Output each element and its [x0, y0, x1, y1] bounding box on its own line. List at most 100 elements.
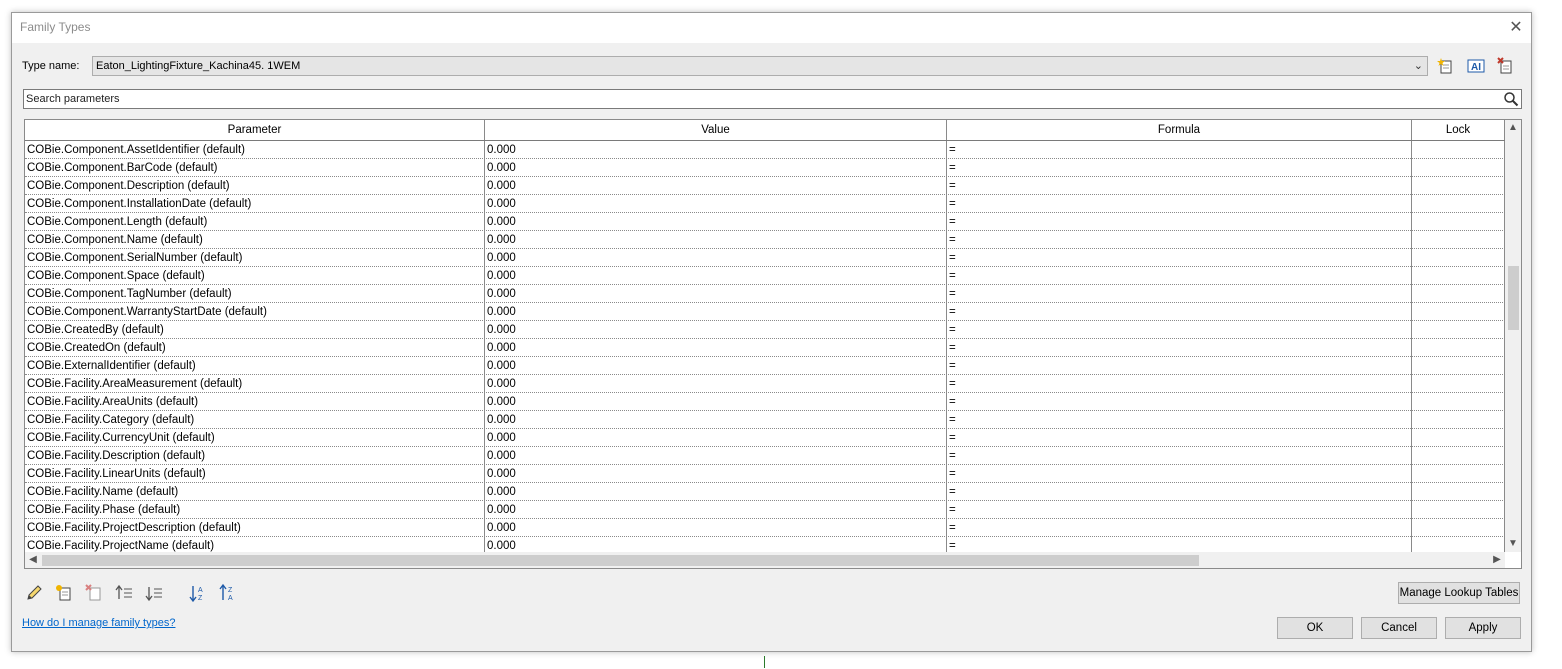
close-icon[interactable]: ✕ — [1505, 17, 1527, 39]
table-row[interactable]: COBie.Component.Description (default) 0.0… — [25, 177, 1505, 195]
parameter-cell[interactable]: COBie.Component.Description (default) — [25, 177, 485, 195]
sort-ascending-icon[interactable]: A Z — [188, 583, 208, 603]
table-row[interactable]: COBie.Facility.Phase (default) 0.000 = — [25, 501, 1505, 519]
cancel-button[interactable]: Cancel — [1361, 617, 1437, 639]
table-row[interactable]: COBie.Component.AssetIdentifier (default… — [25, 141, 1505, 159]
parameter-cell[interactable]: COBie.Component.SerialNumber (default) — [25, 249, 485, 267]
new-parameter-icon[interactable] — [54, 583, 74, 603]
value-cell[interactable]: 0.000 — [485, 195, 947, 213]
parameter-cell[interactable]: COBie.Component.Length (default) — [25, 213, 485, 231]
lock-cell[interactable] — [1412, 267, 1505, 285]
formula-cell[interactable]: = — [947, 159, 1412, 177]
table-row[interactable]: COBie.Facility.Description (default) 0.00… — [25, 447, 1505, 465]
delete-parameter-icon[interactable] — [84, 583, 104, 603]
table-row[interactable]: COBie.Component.InstallationDate (defaul… — [25, 195, 1505, 213]
vertical-scrollbar[interactable]: ▲ ▼ — [1505, 120, 1521, 552]
value-cell[interactable]: 0.000 — [485, 231, 947, 249]
lock-cell[interactable] — [1412, 501, 1505, 519]
value-cell[interactable]: 0.000 — [485, 393, 947, 411]
lock-cell[interactable] — [1412, 159, 1505, 177]
table-row[interactable]: COBie.Component.TagNumber (default) 0.000… — [25, 285, 1505, 303]
value-cell[interactable]: 0.000 — [485, 447, 947, 465]
value-cell[interactable]: 0.000 — [485, 465, 947, 483]
value-cell[interactable]: 0.000 — [485, 483, 947, 501]
value-cell[interactable]: 0.000 — [485, 159, 947, 177]
formula-cell[interactable]: = — [947, 393, 1412, 411]
search-icon[interactable] — [1503, 91, 1519, 107]
rename-type-icon[interactable]: AI — [1467, 57, 1485, 75]
vertical-scroll-thumb[interactable] — [1508, 266, 1519, 330]
formula-cell[interactable]: = — [947, 429, 1412, 447]
help-link[interactable]: How do I manage family types? — [22, 617, 175, 629]
lock-cell[interactable] — [1412, 249, 1505, 267]
horizontal-scroll-thumb[interactable] — [42, 555, 1199, 566]
manage-lookup-tables-button[interactable]: Manage Lookup Tables — [1398, 582, 1520, 604]
lock-cell[interactable] — [1412, 321, 1505, 339]
scroll-left-icon[interactable]: ◀ — [25, 552, 41, 568]
parameter-cell[interactable]: COBie.CreatedBy (default) — [25, 321, 485, 339]
lock-cell[interactable] — [1412, 375, 1505, 393]
formula-cell[interactable]: = — [947, 357, 1412, 375]
value-cell[interactable]: 0.000 — [485, 501, 947, 519]
value-cell[interactable]: 0.000 — [485, 321, 947, 339]
formula-cell[interactable]: = — [947, 483, 1412, 501]
table-row[interactable]: COBie.Facility.LinearUnits (default) 0.00… — [25, 465, 1505, 483]
table-row[interactable]: COBie.ExternalIdentifier (default) 0.000 = — [25, 357, 1505, 375]
lock-cell[interactable] — [1412, 303, 1505, 321]
formula-cell[interactable]: = — [947, 285, 1412, 303]
value-cell[interactable]: 0.000 — [485, 213, 947, 231]
lock-cell[interactable] — [1412, 195, 1505, 213]
column-header-formula[interactable]: Formula — [947, 120, 1412, 140]
parameter-cell[interactable]: COBie.Facility.Category (default) — [25, 411, 485, 429]
formula-cell[interactable]: = — [947, 195, 1412, 213]
sort-descending-icon[interactable]: Z A — [218, 583, 238, 603]
parameter-cell[interactable]: COBie.Facility.AreaMeasurement (default) — [25, 375, 485, 393]
lock-cell[interactable] — [1412, 393, 1505, 411]
scroll-down-icon[interactable]: ▼ — [1505, 536, 1521, 552]
value-cell[interactable]: 0.000 — [485, 285, 947, 303]
formula-cell[interactable]: = — [947, 519, 1412, 537]
parameter-cell[interactable]: COBie.CreatedOn (default) — [25, 339, 485, 357]
table-row[interactable]: COBie.Facility.AreaUnits (default) 0.000 = — [25, 393, 1505, 411]
parameter-cell[interactable]: COBie.Component.InstallationDate (defaul… — [25, 195, 485, 213]
parameter-cell[interactable]: COBie.Component.Name (default) — [25, 231, 485, 249]
edit-pencil-icon[interactable] — [24, 583, 44, 603]
move-up-icon[interactable] — [114, 583, 134, 603]
new-type-icon[interactable] — [1437, 57, 1455, 75]
parameter-cell[interactable]: COBie.Facility.ProjectDescription (defau… — [25, 519, 485, 537]
value-cell[interactable]: 0.000 — [485, 339, 947, 357]
formula-cell[interactable]: = — [947, 447, 1412, 465]
lock-cell[interactable] — [1412, 339, 1505, 357]
table-row[interactable]: COBie.Component.Length (default) 0.000 = — [25, 213, 1505, 231]
table-row[interactable]: COBie.Component.WarrantyStartDate (defau… — [25, 303, 1505, 321]
scroll-right-icon[interactable]: ▶ — [1489, 552, 1505, 568]
value-cell[interactable]: 0.000 — [485, 141, 947, 159]
type-name-dropdown[interactable]: Eaton_LightingFixture_Kachina45. 1WEM ⌄ — [92, 56, 1428, 76]
parameter-cell[interactable]: COBie.Component.TagNumber (default) — [25, 285, 485, 303]
parameter-cell[interactable]: COBie.ExternalIdentifier (default) — [25, 357, 485, 375]
parameter-cell[interactable]: COBie.Component.AssetIdentifier (default… — [25, 141, 485, 159]
value-cell[interactable]: 0.000 — [485, 375, 947, 393]
table-row[interactable]: COBie.Facility.CurrencyUnit (default) 0.0… — [25, 429, 1505, 447]
formula-cell[interactable]: = — [947, 249, 1412, 267]
column-header-parameter[interactable]: Parameter — [25, 120, 485, 140]
column-header-lock[interactable]: Lock — [1412, 120, 1505, 140]
lock-cell[interactable] — [1412, 177, 1505, 195]
formula-cell[interactable]: = — [947, 375, 1412, 393]
lock-cell[interactable] — [1412, 141, 1505, 159]
table-row[interactable]: COBie.Facility.Name (default) 0.000 = — [25, 483, 1505, 501]
value-cell[interactable]: 0.000 — [485, 519, 947, 537]
parameter-cell[interactable]: COBie.Facility.AreaUnits (default) — [25, 393, 485, 411]
value-cell[interactable]: 0.000 — [485, 249, 947, 267]
lock-cell[interactable] — [1412, 483, 1505, 501]
formula-cell[interactable]: = — [947, 231, 1412, 249]
table-row[interactable]: COBie.Component.Name (default) 0.000 = — [25, 231, 1505, 249]
horizontal-scrollbar[interactable]: ◀ ▶ — [25, 552, 1505, 568]
formula-cell[interactable]: = — [947, 339, 1412, 357]
value-cell[interactable]: 0.000 — [485, 177, 947, 195]
parameter-cell[interactable]: COBie.Component.BarCode (default) — [25, 159, 485, 177]
table-row[interactable]: COBie.Facility.Category (default) 0.000 = — [25, 411, 1505, 429]
value-cell[interactable]: 0.000 — [485, 303, 947, 321]
value-cell[interactable]: 0.000 — [485, 429, 947, 447]
column-header-value[interactable]: Value — [485, 120, 947, 140]
